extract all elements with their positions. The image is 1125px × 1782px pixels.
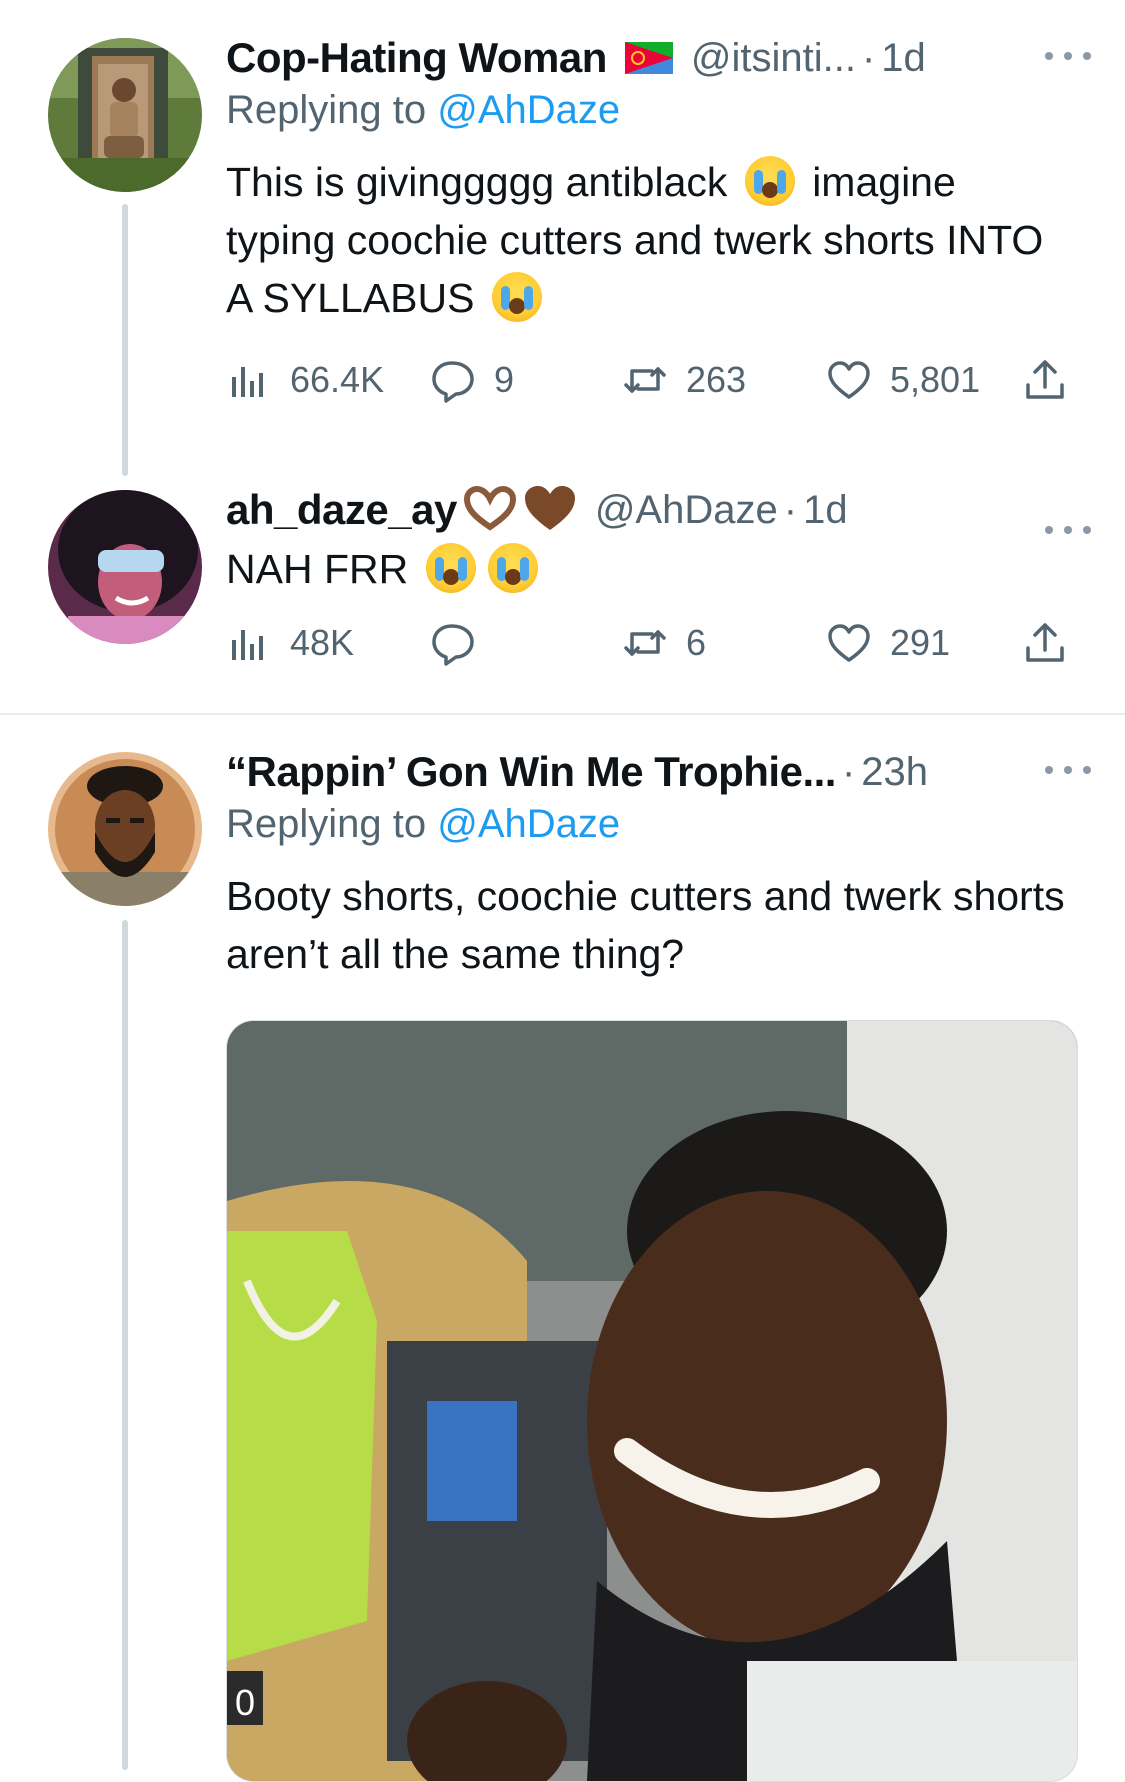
timestamp[interactable]: 1d [881, 36, 926, 81]
retweet-count: 6 [686, 622, 707, 663]
views-button[interactable]: 66.4K [226, 357, 384, 403]
flag-icon [624, 42, 673, 74]
tweet-actions: 48K 6 291 [226, 620, 1065, 670]
avatar-ah-daze-ay[interactable] [48, 490, 202, 644]
tweet-text: Booty shorts, coochie cutters and twerk … [226, 873, 1065, 977]
loudly-crying-face-emoji [425, 543, 476, 593]
like-count: 5,801 [890, 359, 981, 400]
display-name[interactable]: “Rappin’ Gon Win Me Trophie... [226, 748, 836, 796]
reply-icon [432, 361, 474, 403]
retweet-icon [624, 367, 666, 393]
display-name[interactable]: ah_daze_ay [226, 486, 457, 534]
views-icon [232, 367, 263, 397]
avatar-rappin-gon-win[interactable] [48, 752, 202, 906]
tweet-text: NAH FRR [226, 540, 1065, 598]
tweet-text: This is givinggggg antiblack imagine typ… [226, 153, 1065, 327]
retweet-button[interactable]: 6 [622, 620, 706, 666]
share-button[interactable] [1022, 357, 1068, 403]
media-corner-label: 0 [235, 1682, 255, 1723]
replying-to: Replying to @AhDaze [226, 802, 1065, 847]
loudly-crying-face-emoji [487, 543, 538, 593]
views-count: 66.4K [290, 359, 385, 400]
tweet-separator [0, 713, 1125, 715]
brown-heart-emoji [523, 484, 577, 537]
views-count: 48K [290, 622, 355, 663]
tweet-media-image[interactable]: 0 [226, 1020, 1078, 1782]
tweet-text-part-1: This is givinggggg antiblack [226, 159, 728, 205]
thread-line [122, 204, 128, 476]
tweet-text-body: NAH FRR [226, 546, 409, 592]
like-icon [828, 624, 870, 662]
retweet-count: 263 [686, 359, 747, 400]
timestamp[interactable]: 1d [803, 488, 848, 533]
tweet-actions: 66.4K 9 263 5,801 [226, 357, 1065, 407]
separator-dot: · [783, 487, 798, 532]
mention-link[interactable]: @AhDaze [437, 802, 620, 846]
replying-prefix: Replying to [226, 88, 438, 132]
reply-count: 9 [494, 359, 515, 400]
display-name[interactable]: Cop-Hating Woman [226, 34, 607, 82]
retweet-button[interactable]: 263 [622, 357, 746, 403]
separator-dot: · [841, 749, 856, 794]
like-icon [828, 361, 870, 399]
user-handle[interactable]: @itsinti... [691, 36, 856, 81]
loudly-crying-face-emoji [744, 156, 795, 206]
loudly-crying-face-emoji [491, 272, 542, 322]
replying-prefix: Replying to [226, 802, 438, 846]
timestamp[interactable]: 23h [861, 750, 928, 795]
more-icon[interactable] [1045, 36, 1091, 76]
like-button[interactable]: 5,801 [826, 357, 980, 403]
tweet-2[interactable]: ah_daze_ay @AhDaze · 1d NAH FRR 48K 6 29… [0, 470, 1125, 710]
like-count: 291 [890, 622, 951, 663]
reply-icon [432, 624, 474, 666]
share-icon [1026, 360, 1064, 399]
separator-dot: · [861, 35, 876, 80]
retweet-icon [624, 630, 666, 656]
views-button[interactable]: 48K [226, 620, 354, 666]
replying-to: Replying to @AhDaze [226, 88, 1065, 133]
like-button[interactable]: 291 [826, 620, 950, 666]
mention-link[interactable]: @AhDaze [437, 88, 620, 132]
more-icon[interactable] [1045, 510, 1091, 550]
user-handle[interactable]: @AhDaze [595, 488, 778, 533]
more-icon[interactable] [1045, 750, 1091, 790]
share-button[interactable] [1022, 620, 1068, 666]
share-icon [1026, 623, 1064, 662]
reply-button[interactable]: 9 [430, 357, 514, 403]
hand-heart-emoji [461, 485, 519, 536]
views-icon [232, 630, 263, 660]
avatar-cop-hating-woman[interactable] [48, 38, 202, 192]
reply-button[interactable] [430, 620, 494, 666]
thread-line [122, 920, 128, 1770]
